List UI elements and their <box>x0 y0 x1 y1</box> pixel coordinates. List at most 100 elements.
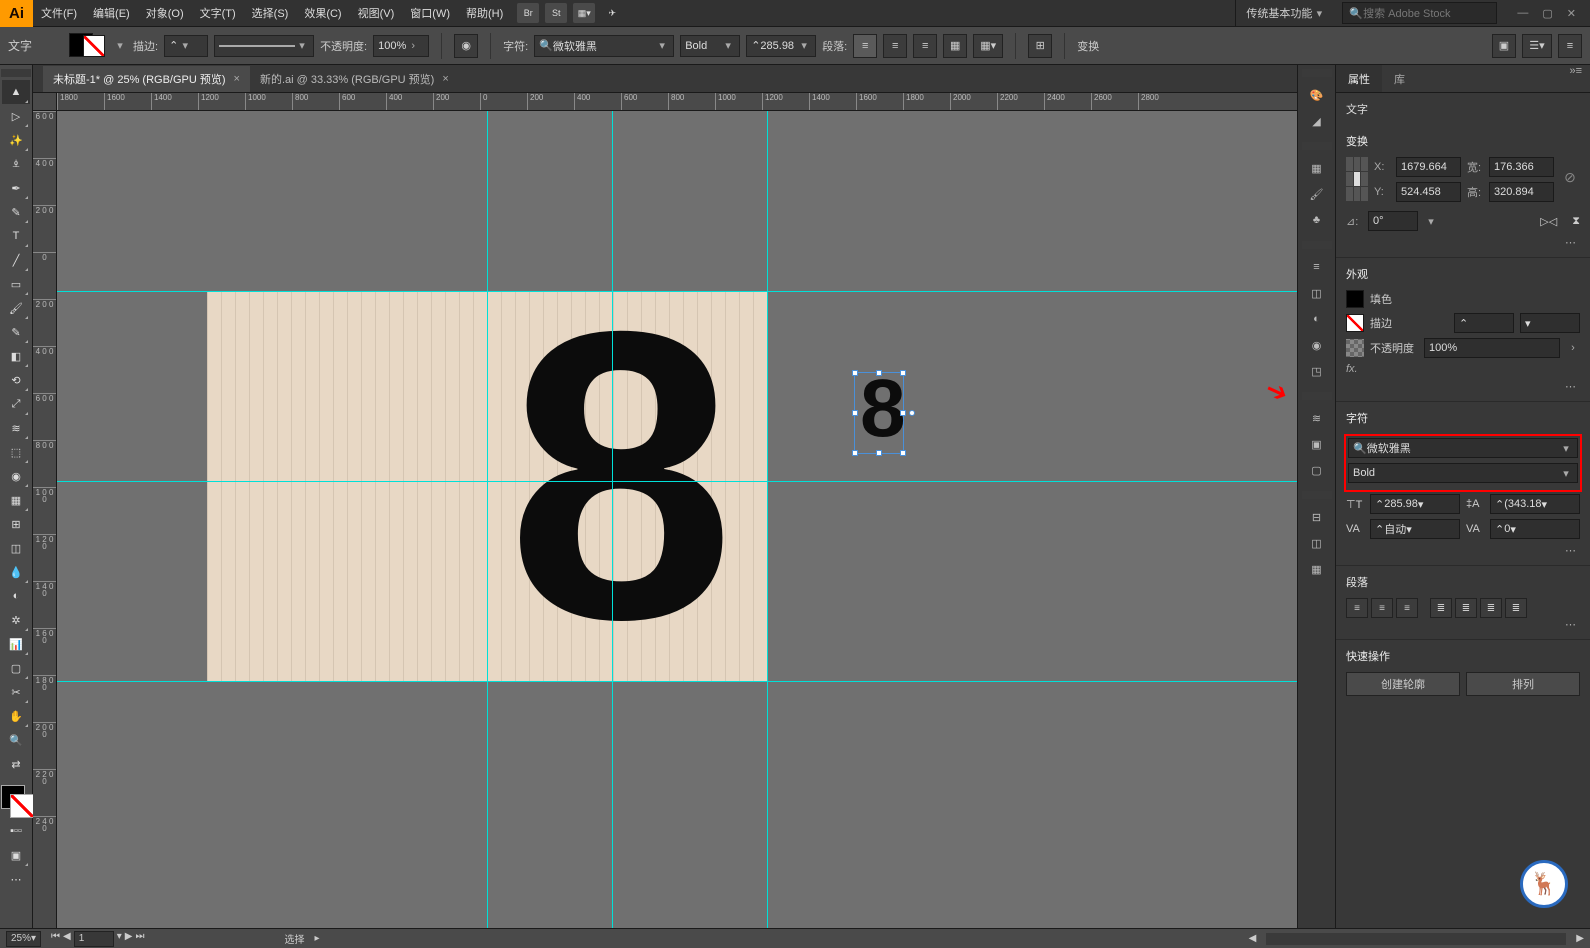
screen-mode[interactable]: ▣ <box>2 843 30 867</box>
slice-tool[interactable]: ✂ <box>2 680 30 704</box>
y-field[interactable]: 524.458 <box>1396 182 1461 202</box>
guide-horizontal[interactable] <box>57 481 1297 482</box>
last-artboard-icon[interactable]: ⏭ <box>135 931 144 947</box>
horizontal-scrollbar[interactable] <box>1266 933 1566 945</box>
align-panel-button[interactable]: ⊞ <box>1028 34 1052 58</box>
fx-button[interactable]: fx. <box>1346 363 1358 375</box>
isolate-button[interactable]: ▣ <box>1492 34 1516 58</box>
guide-horizontal[interactable] <box>57 291 1297 292</box>
menu-help[interactable]: 帮助(H) <box>458 0 511 27</box>
para-justify-right[interactable]: ≣ <box>1480 598 1502 618</box>
status-menu-icon[interactable]: ▸ <box>314 933 319 944</box>
shaper-tool[interactable]: ✎ <box>2 320 30 344</box>
magic-wand-tool[interactable]: ✨ <box>2 128 30 152</box>
artboard-number-field[interactable]: 1 <box>74 931 114 947</box>
height-field[interactable]: 320.894 <box>1489 182 1554 202</box>
next-artboard-icon[interactable]: ▶ <box>125 931 133 947</box>
zoom-field[interactable]: 25% ▾ <box>6 931 41 947</box>
tab-properties[interactable]: 属性 <box>1336 65 1382 92</box>
column-graph-tool[interactable]: 📊 <box>2 632 30 656</box>
x-field[interactable]: 1679.664 <box>1396 157 1461 177</box>
glyph-large[interactable]: 8 <box>507 316 735 636</box>
more-options-icon[interactable]: ⋯ <box>1346 544 1580 557</box>
menu-object[interactable]: 对象(O) <box>138 0 192 27</box>
symbol-sprayer-tool[interactable]: ✲ <box>2 608 30 632</box>
mesh-tool[interactable]: ⊞ <box>2 512 30 536</box>
workspace-selector[interactable]: 传统基本功能▾ <box>1235 0 1336 27</box>
flip-v-icon[interactable]: ⧗ <box>1572 215 1580 228</box>
artboard-dropdown-icon[interactable]: ▾ <box>117 931 122 947</box>
menu-effect[interactable]: 效果(C) <box>296 0 349 27</box>
align-center-button[interactable]: ≡ <box>883 34 907 58</box>
direct-selection-tool[interactable]: ▷ <box>2 104 30 128</box>
constrain-proportions-icon[interactable]: ⊘ <box>1560 157 1580 197</box>
font-family-field[interactable]: 🔍 微软雅黑▾ <box>534 35 674 57</box>
scale-tool[interactable]: ⤢ <box>2 392 30 416</box>
zoom-tool[interactable]: 🔍 <box>2 728 30 752</box>
appearance-panel-icon[interactable]: ◉ <box>1303 332 1331 358</box>
transform-panel-icon[interactable]: ▦ <box>1303 556 1331 582</box>
more-options-icon[interactable]: ⋯ <box>1346 380 1580 393</box>
pathfinder-icon[interactable]: ◫ <box>1303 530 1331 556</box>
envelope-mesh-button[interactable]: ▦▾ <box>973 34 1003 58</box>
transparency-panel-icon[interactable]: ◐ <box>1303 306 1331 332</box>
color-guide-icon[interactable]: ◢ <box>1303 108 1331 134</box>
line-tool[interactable]: ╱ <box>2 248 30 272</box>
align-panel-icon[interactable]: ⊟ <box>1303 504 1331 530</box>
guide-horizontal[interactable] <box>57 681 1297 682</box>
stock-icon[interactable]: St <box>545 3 567 23</box>
panel-handle[interactable] <box>1302 241 1332 249</box>
brushes-panel-icon[interactable]: 🖌 <box>1303 181 1331 207</box>
para-justify-center[interactable]: ≣ <box>1455 598 1477 618</box>
close-icon[interactable]: ✕ <box>1567 7 1576 20</box>
perspective-tool[interactable]: ▦ <box>2 488 30 512</box>
graphic-styles-icon[interactable]: ◳ <box>1303 358 1331 384</box>
guide-vertical[interactable] <box>767 111 768 928</box>
menu-edit[interactable]: 编辑(E) <box>85 0 138 27</box>
gpu-icon[interactable]: ✈ <box>601 3 623 23</box>
font-weight-field[interactable]: Bold▾ <box>680 35 740 57</box>
scroll-left-icon[interactable]: ◀ <box>1249 933 1257 944</box>
close-tab-icon[interactable]: × <box>442 73 448 85</box>
menu-type[interactable]: 文字(T) <box>192 0 244 27</box>
fill-swatch-prop[interactable] <box>1346 290 1364 308</box>
flip-h-icon[interactable]: ▷◁ <box>1540 215 1557 228</box>
ruler-vertical[interactable]: 6 0 04 0 02 0 002 0 04 0 06 0 08 0 01 0 … <box>33 111 57 928</box>
blend-tool[interactable]: ◐ <box>2 584 30 608</box>
artboards-panel-icon[interactable]: ▢ <box>1303 457 1331 483</box>
symbols-panel-icon[interactable]: ♣ <box>1303 207 1331 233</box>
selection-tool[interactable]: ▲ <box>2 80 30 104</box>
layers-panel-icon[interactable]: ≋ <box>1303 405 1331 431</box>
stroke-panel-icon[interactable]: ≡ <box>1303 254 1331 280</box>
panel-handle[interactable] <box>1302 491 1332 499</box>
rotate-tool[interactable]: ⟲ <box>2 368 30 392</box>
arrange-docs-icon[interactable]: ▦▾ <box>573 3 595 23</box>
stroke-swatch[interactable] <box>83 35 105 57</box>
arrange-button[interactable]: 排列 <box>1466 672 1580 696</box>
guide-vertical[interactable] <box>487 111 488 928</box>
para-align-center[interactable]: ≡ <box>1371 598 1393 618</box>
tab-libraries[interactable]: 库 <box>1382 65 1417 92</box>
more-options-icon[interactable]: ⋯ <box>1346 236 1580 249</box>
toggle-fill-stroke[interactable]: ⇄ <box>2 752 30 776</box>
maximize-icon[interactable]: ▢ <box>1542 7 1552 20</box>
para-align-left[interactable]: ≡ <box>1346 598 1368 618</box>
stroke-swatch-prop[interactable] <box>1346 314 1364 332</box>
font-size-prop[interactable]: ⌃ 285.98 ▾ <box>1370 494 1460 514</box>
font-weight-prop[interactable]: Bold▾ <box>1348 463 1578 483</box>
stroke-profile-field[interactable]: ▾ <box>214 35 314 57</box>
canvas[interactable]: 8 8 <box>57 111 1297 928</box>
opacity-swatch-icon[interactable] <box>1346 339 1364 357</box>
selection-bounding-box[interactable]: 8 <box>854 372 904 454</box>
para-justify-all[interactable]: ≣ <box>1505 598 1527 618</box>
para-justify-left[interactable]: ≣ <box>1430 598 1452 618</box>
swatches-panel-icon[interactable]: ▦ <box>1303 155 1331 181</box>
bridge-icon[interactable]: Br <box>517 3 539 23</box>
extras-button[interactable]: ☰▾ <box>1522 34 1552 58</box>
doc-tab-inactive[interactable]: 新的.ai @ 33.33% (RGB/GPU 预览)× <box>250 66 459 92</box>
reference-point-widget[interactable] <box>1346 157 1368 201</box>
paintbrush-tool[interactable]: 🖌 <box>2 296 30 320</box>
envelope-warp-button[interactable]: ▦ <box>943 34 967 58</box>
color-panel-icon[interactable]: 🎨 <box>1303 82 1331 108</box>
panel-menu-icon[interactable]: »≡ <box>1561 65 1590 92</box>
